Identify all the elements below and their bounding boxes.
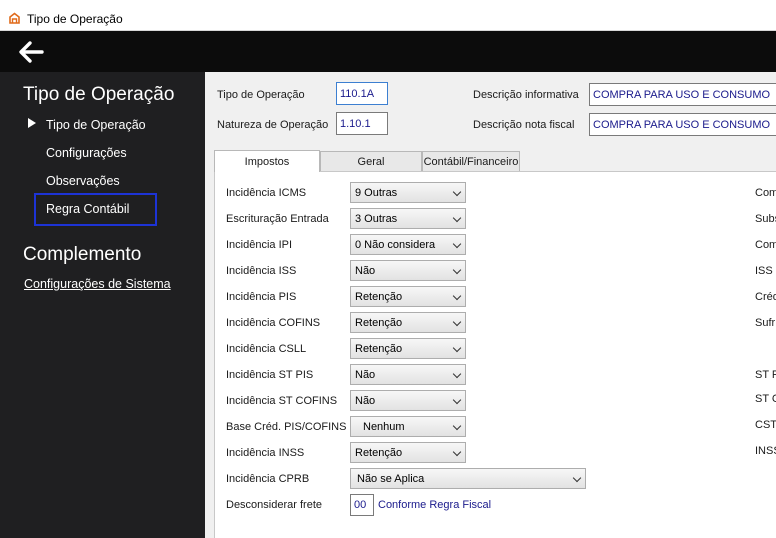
incidencia-icms-select[interactable]: 9 Outras	[350, 182, 466, 203]
tipo-operacao-field[interactable]: 110.1A	[336, 82, 388, 105]
base-cred-pis-cofins-select[interactable]: Nenhum	[350, 416, 466, 437]
incidencia-iss-value: Não	[355, 265, 376, 277]
sidebar-item-observacoes[interactable]: Observações	[46, 174, 120, 188]
incidencia-cofins-select[interactable]: Retenção	[350, 312, 466, 333]
descricao-nota-fiscal-label: Descrição nota fiscal	[473, 119, 575, 131]
chevron-down-icon	[452, 265, 462, 275]
incidencia-ipi-label: Incidência IPI	[226, 239, 293, 251]
back-arrow-icon[interactable]	[16, 39, 46, 65]
incidencia-st-cofins-label: Incidência ST COFINS	[226, 395, 338, 407]
right-label-6: Sufr	[755, 317, 776, 329]
incidencia-pis-label: Incidência PIS	[226, 291, 297, 303]
sidebar-item-regra-contabil[interactable]: Regra Contábil	[46, 202, 129, 216]
incidencia-inss-value: Retenção	[355, 447, 403, 459]
tab-impostos[interactable]: Impostos	[214, 150, 320, 172]
tipo-operacao-label: Tipo de Operação	[217, 89, 305, 101]
escrituracao-entrada-label: Escrituração Entrada	[226, 213, 329, 225]
desconsiderar-frete-field[interactable]: 00	[350, 494, 374, 516]
chevron-down-icon	[572, 473, 582, 483]
sidebar	[0, 72, 205, 538]
natureza-operacao-label: Natureza de Operação	[217, 119, 329, 131]
incidencia-iss-label: Incidência ISS	[226, 265, 297, 277]
right-label-1: Com	[755, 187, 776, 199]
base-cred-pis-cofins-value: Nenhum	[363, 421, 405, 433]
chevron-down-icon	[452, 447, 462, 457]
incidencia-icms-label: Incidência ICMS	[226, 187, 307, 199]
chevron-down-icon	[452, 343, 462, 353]
incidencia-st-cofins-value: Não	[355, 395, 376, 407]
sidebar-item-configuracoes[interactable]: Configurações	[46, 146, 127, 160]
right-label-8: ST C	[755, 393, 776, 405]
descricao-nota-fiscal-field[interactable]: COMPRA PARA USO E CONSUMO	[589, 113, 776, 136]
right-label-3: Com	[755, 239, 776, 251]
incidencia-st-pis-select[interactable]: Não	[350, 364, 466, 385]
incidencia-inss-label: Incidência INSS	[226, 447, 305, 459]
right-label-2: Subs	[755, 213, 776, 225]
top-bar	[0, 31, 776, 72]
sidebar-heading-complemento: Complemento	[23, 244, 142, 265]
incidencia-csll-select[interactable]: Retenção	[350, 338, 466, 359]
right-label-10: INSS	[755, 445, 776, 457]
tab-geral[interactable]: Geral	[320, 151, 422, 172]
base-cred-pis-cofins-label: Base Créd. PIS/COFINS	[226, 421, 347, 433]
sidebar-item-tipo-operacao[interactable]: Tipo de Operação	[46, 118, 146, 132]
chevron-down-icon	[452, 421, 462, 431]
chevron-down-icon	[452, 317, 462, 327]
incidencia-pis-select[interactable]: Retenção	[350, 286, 466, 307]
desconsiderar-frete-label: Desconsiderar frete	[226, 499, 322, 511]
escrituracao-entrada-select[interactable]: 3 Outras	[350, 208, 466, 229]
incidencia-inss-select[interactable]: Retenção	[350, 442, 466, 463]
right-label-5: Créd	[755, 291, 776, 303]
incidencia-cofins-label: Incidência COFINS	[226, 317, 321, 329]
incidencia-csll-value: Retenção	[355, 343, 403, 355]
chevron-down-icon	[452, 187, 462, 197]
descricao-informativa-label: Descrição informativa	[473, 89, 579, 101]
incidencia-st-pis-value: Não	[355, 369, 376, 381]
chevron-down-icon	[452, 395, 462, 405]
incidencia-ipi-value: 0 Não considera	[355, 239, 436, 251]
chevron-down-icon	[452, 369, 462, 379]
window-title: Tipo de Operação	[27, 12, 123, 26]
descricao-informativa-field[interactable]: COMPRA PARA USO E CONSUMO	[589, 83, 776, 106]
right-label-7: ST P	[755, 369, 776, 381]
right-label-9: CST	[755, 419, 776, 431]
incidencia-cprb-label: Incidência CPRB	[226, 473, 310, 485]
desconsiderar-frete-description: Conforme Regra Fiscal	[378, 499, 492, 511]
tab-strip: Impostos Geral Contábil/Financeiro	[214, 150, 776, 172]
incidencia-iss-select[interactable]: Não	[350, 260, 466, 281]
incidencia-st-pis-label: Incidência ST PIS	[226, 369, 314, 381]
incidencia-pis-value: Retenção	[355, 291, 403, 303]
right-label-4: ISS	[755, 265, 773, 277]
incidencia-ipi-select[interactable]: 0 Não considera	[350, 234, 466, 255]
chevron-down-icon	[452, 239, 462, 249]
sidebar-heading-tipo: Tipo de Operação	[23, 84, 175, 105]
incidencia-cprb-select[interactable]: Não se Aplica	[350, 468, 586, 489]
configuracoes-sistema-link[interactable]: Configurações de Sistema	[24, 277, 171, 291]
incidencia-st-cofins-select[interactable]: Não	[350, 390, 466, 411]
incidencia-cprb-value: Não se Aplica	[357, 473, 425, 485]
chevron-down-icon	[452, 291, 462, 301]
app-icon	[8, 12, 21, 25]
incidencia-csll-label: Incidência CSLL	[226, 343, 307, 355]
selected-arrow-icon	[28, 118, 36, 128]
incidencia-icms-value: 9 Outras	[355, 187, 398, 199]
title-bar: Tipo de Operação	[0, 0, 776, 31]
chevron-down-icon	[452, 213, 462, 223]
incidencia-cofins-value: Retenção	[355, 317, 403, 329]
tab-contabil-financeiro[interactable]: Contábil/Financeiro	[422, 151, 520, 172]
natureza-operacao-field[interactable]: 1.10.1	[336, 112, 388, 135]
escrituracao-entrada-value: 3 Outras	[355, 213, 398, 225]
